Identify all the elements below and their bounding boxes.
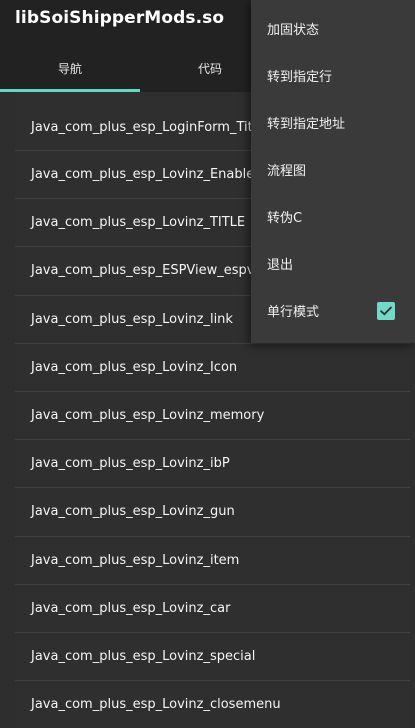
list-item[interactable]: Java_com_plus_esp_Lovinz_Icon (15, 343, 410, 392)
menu-item-label: 转到指定行 (267, 70, 333, 85)
list-item[interactable]: Java_com_plus_esp_Lovinz_closemenu (15, 681, 410, 728)
menu-item-go-to-line[interactable]: 转到指定行 (251, 52, 415, 99)
tab-label: 代码 (197, 62, 222, 76)
app-title: libSoiShipperMods.so (15, 8, 225, 28)
menu-item-hardening-status[interactable]: 加固状态 (251, 5, 415, 52)
menu-item-label: 退出 (267, 258, 294, 273)
list-item[interactable]: Java_com_plus_esp_Lovinz_gun (15, 488, 410, 537)
menu-item-label: 单行模式 (267, 305, 320, 320)
tab-label: 导航 (57, 62, 82, 76)
overflow-menu: 加固状态 转到指定行 转到指定地址 流程图 转伪C 退出 单行模式 (251, 0, 415, 343)
menu-item-label: 转伪C (267, 211, 303, 226)
list-item[interactable]: Java_com_plus_esp_Lovinz_item (15, 536, 410, 585)
menu-item-flowchart[interactable]: 流程图 (251, 146, 415, 193)
menu-item-pseudo-c[interactable]: 转伪C (251, 193, 415, 240)
tab-navigation[interactable]: 导航 (0, 45, 140, 92)
menu-item-single-line-mode[interactable]: 单行模式 (251, 287, 415, 334)
menu-item-go-to-address[interactable]: 转到指定地址 (251, 99, 415, 146)
menu-item-label: 转到指定地址 (267, 117, 346, 132)
check-icon[interactable] (377, 301, 395, 320)
menu-item-label: 流程图 (267, 164, 307, 179)
menu-item-label: 加固状态 (267, 23, 320, 38)
app-screen: libSoiShipperMods.so 导航 代码 Java_com_plus… (0, 0, 415, 728)
list-item[interactable]: Java_com_plus_esp_Lovinz_special (15, 632, 410, 682)
list-item[interactable]: Java_com_plus_esp_Lovinz_memory (15, 391, 410, 441)
list-item[interactable]: Java_com_plus_esp_Lovinz_car (15, 584, 410, 633)
list-item[interactable]: Java_com_plus_esp_Lovinz_ibP (15, 440, 410, 489)
menu-item-exit[interactable]: 退出 (251, 240, 415, 287)
